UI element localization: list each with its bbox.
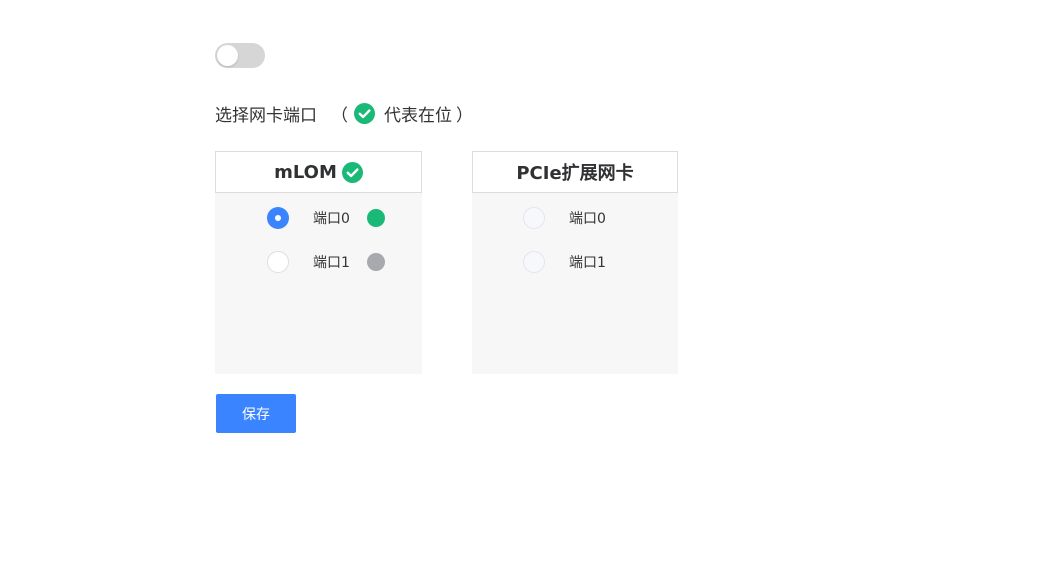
pcie-port-1-row[interactable]: 端口1 — [523, 249, 606, 275]
mlom-port-0-row[interactable]: 端口0 — [267, 205, 385, 231]
mlom-port-0-radio[interactable] — [267, 207, 289, 229]
hint-paren-open: （ — [331, 105, 348, 126]
toggle-knob — [217, 45, 238, 66]
pcie-port-1-radio[interactable] — [523, 251, 545, 273]
nic-port-settings: 选择网卡端口 （ 代表在位 ） mLOM 端口0 端口1 PCIe扩展网卡 端口… — [0, 0, 1040, 570]
card-pcie: PCIe扩展网卡 端口0 端口1 — [472, 151, 678, 374]
mlom-port-1-radio[interactable] — [267, 251, 289, 273]
card-pcie-header: PCIe扩展网卡 — [472, 151, 678, 193]
check-circle-icon — [354, 102, 375, 124]
port-select-hint: 选择网卡端口 （ 代表在位 ） — [215, 101, 473, 126]
check-circle-icon — [341, 161, 363, 183]
enable-toggle[interactable] — [215, 43, 265, 68]
hint-label: 选择网卡端口 — [215, 105, 317, 126]
save-button[interactable]: 保存 — [216, 394, 296, 433]
pcie-port-0-row[interactable]: 端口0 — [523, 205, 606, 231]
hint-paren-close: ） — [456, 105, 473, 126]
mlom-port-0-label[interactable]: 端口0 — [313, 208, 350, 228]
pcie-port-1-label[interactable]: 端口1 — [569, 252, 606, 272]
hint-legend-text: 代表在位 — [384, 105, 452, 126]
mlom-port-1-row[interactable]: 端口1 — [267, 249, 385, 275]
card-mlom: mLOM 端口0 端口1 — [215, 151, 422, 374]
mlom-port-1-label[interactable]: 端口1 — [313, 252, 350, 272]
card-pcie-title: PCIe扩展网卡 — [516, 163, 634, 184]
card-mlom-title: mLOM — [274, 161, 337, 183]
pcie-port-0-radio[interactable] — [523, 207, 545, 229]
card-mlom-header: mLOM — [215, 151, 422, 193]
port-absent-indicator — [366, 253, 385, 271]
pcie-port-0-label[interactable]: 端口0 — [569, 208, 606, 228]
port-present-indicator — [366, 209, 385, 227]
